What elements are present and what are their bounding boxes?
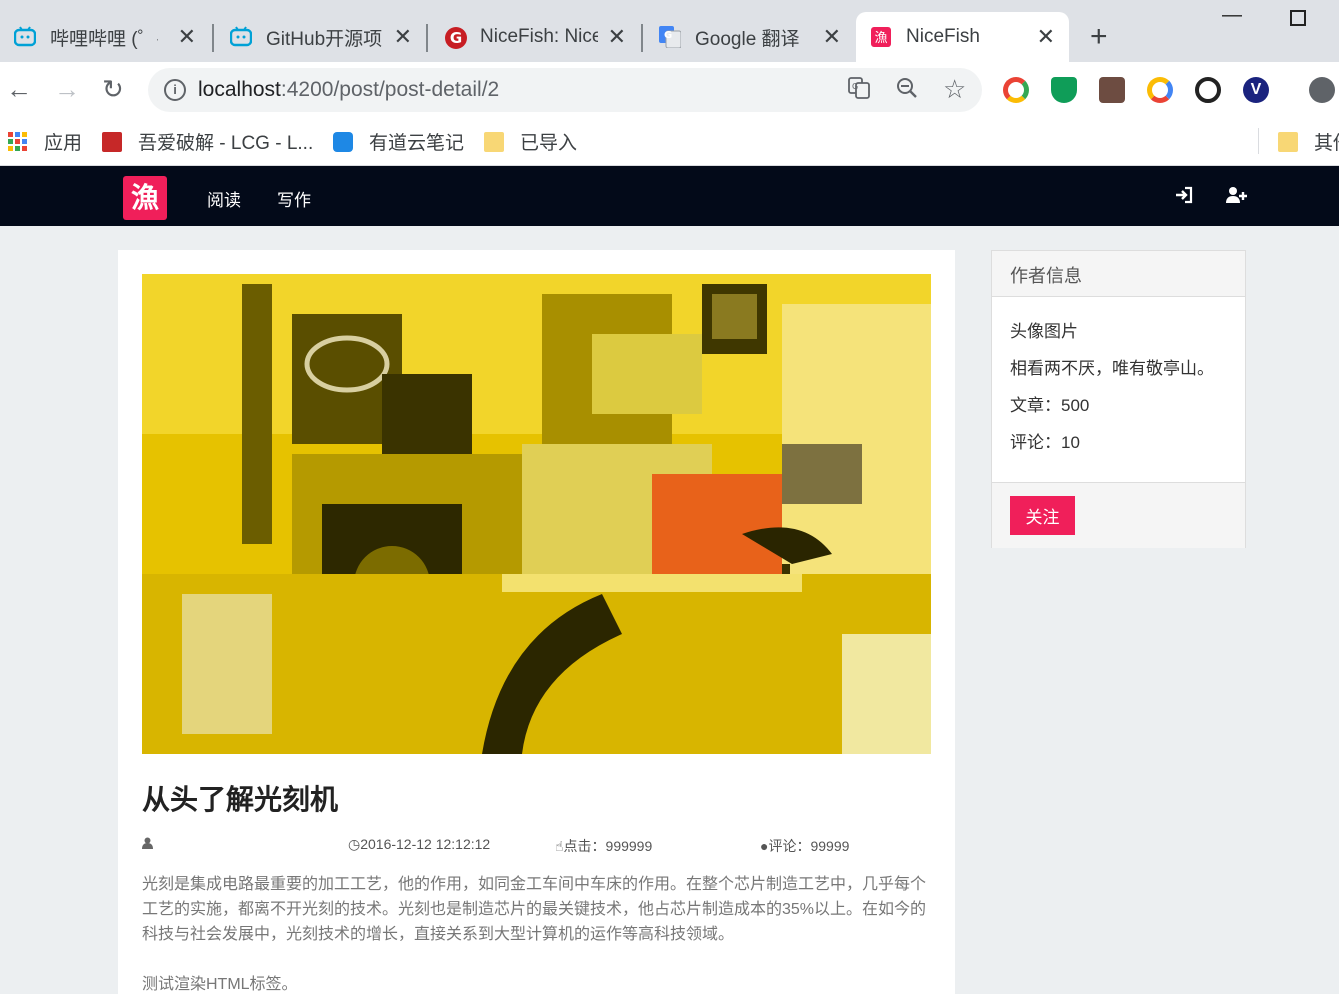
picture-extension-icon[interactable] <box>1099 77 1125 103</box>
bilibili-icon <box>229 26 253 48</box>
adguard-extension-icon[interactable] <box>1051 77 1077 103</box>
author-icon <box>142 836 153 852</box>
bookmark-item[interactable]: 吾爱破解 - LCG - L... <box>102 128 313 155</box>
close-icon[interactable]: ✕ <box>608 24 626 50</box>
tab-title: GitHub开源项目 <box>266 28 382 50</box>
bookmark-star-icon[interactable]: ☆ <box>943 74 966 105</box>
forward-button[interactable]: → <box>54 74 80 105</box>
maximize-button[interactable] <box>1290 10 1306 26</box>
post-body: 光刻是集成电路最重要的加工工艺，他的作用，如同金工车间中车床的作用。在整个芯片制… <box>142 872 932 994</box>
bookmark-label: 已导入 <box>520 133 578 154</box>
tab-divider <box>212 24 214 52</box>
panel-title: 作者信息 <box>992 251 1245 297</box>
minimize-button[interactable]: — <box>1222 4 1242 27</box>
nav-read-link[interactable]: 阅读 <box>207 186 241 211</box>
bookmark-item[interactable]: 应用 <box>8 128 82 155</box>
browser-tab[interactable]: G Google 翻译 ✕ <box>645 12 855 62</box>
post-date: ◷2016-12-12 12:12:12 <box>348 836 491 852</box>
profile-avatar-icon[interactable] <box>1309 77 1335 103</box>
site-info-icon[interactable]: i <box>164 79 186 101</box>
author-panel: 作者信息 头像图片 相看两不厌，唯有敬亭山。 文章：500 评论：10 关注 <box>991 250 1246 548</box>
avatar: 头像图片 <box>1010 322 1078 341</box>
post-comments: ●评论：99999 <box>760 838 850 854</box>
back-button[interactable]: ← <box>6 74 32 105</box>
gitee-icon: G <box>444 26 467 49</box>
sign-in-icon[interactable] <box>1175 186 1193 209</box>
browser-tab-bar: 哔哩哔哩 (゜-゜)つロ 干杯~ ✕ GitHub开源项目 ✕ G NiceFi… <box>0 0 1339 62</box>
post-paragraph: 测试渲染HTML标签。 <box>142 976 298 993</box>
post-title: 从头了解光刻机 <box>142 784 339 815</box>
nav-write-link[interactable]: 写作 <box>277 186 311 211</box>
folder-icon <box>484 131 504 152</box>
svg-text:G: G <box>664 30 672 41</box>
chrome-extension-icon[interactable] <box>1003 77 1029 103</box>
bookmark-label: 应用 <box>44 133 83 154</box>
apps-grid-icon <box>8 131 28 152</box>
google-translate-icon: G <box>659 26 682 49</box>
bilibili-icon <box>13 26 37 48</box>
close-icon[interactable]: ✕ <box>1037 24 1055 50</box>
svg-text:漁: 漁 <box>874 31 887 46</box>
follow-button[interactable]: 关注 <box>1010 496 1075 535</box>
reload-button[interactable]: ↻ <box>102 74 124 105</box>
bookmark-item[interactable]: 有道云笔记 <box>333 128 464 155</box>
tab-title: NiceFish <box>906 26 980 47</box>
film-reel-extension-icon[interactable] <box>1195 77 1221 103</box>
site-navbar: 漁 阅读 写作 <box>0 166 1339 226</box>
bookmark-label: 吾爱破解 - LCG - L... <box>138 133 314 154</box>
v-extension-icon[interactable]: V <box>1243 77 1269 103</box>
url-text[interactable]: localhost:4200/post/post-detail/2 <box>198 78 499 102</box>
youdao-note-icon <box>333 131 353 152</box>
browser-tab[interactable]: GitHub开源项目 ✕ <box>216 12 426 62</box>
close-icon[interactable]: ✕ <box>178 24 196 50</box>
bookmark-item[interactable]: 已导入 <box>484 128 577 155</box>
close-icon[interactable]: ✕ <box>823 24 841 50</box>
translate-icon[interactable]: G <box>848 77 870 105</box>
post-cover-image <box>142 274 931 754</box>
post-clicks: ☝点击：999999 <box>555 838 653 854</box>
bookmarks-divider <box>1258 128 1259 154</box>
bookmark-label: 有道云笔记 <box>369 133 465 154</box>
nicefish-icon: 漁 <box>870 26 892 48</box>
post-paragraph: 光刻是集成电路最重要的加工工艺，他的作用，如同金工车间中车床的作用。在整个芯片制… <box>142 876 927 943</box>
tab-title: Google 翻译 <box>695 28 800 50</box>
bookmarks-bar: 应用 吾爱破解 - LCG - L... 有道云笔记 已导入 其他 <box>0 118 1339 166</box>
chrome-extension-icon[interactable] <box>1147 77 1173 103</box>
author-info: 头像图片 相看两不厌，唯有敬亭山。 文章：500 评论：10 <box>992 297 1245 475</box>
author-motto: 相看两不厌，唯有敬亭山。 <box>1010 359 1214 378</box>
browser-tab[interactable]: G NiceFish: NiceFish ✕ <box>430 12 640 62</box>
svg-text:G: G <box>450 29 462 47</box>
svg-text:G: G <box>852 82 858 91</box>
browser-tab[interactable]: 哔哩哔哩 (゜-゜)つロ 干杯~ ✕ <box>0 12 210 62</box>
tab-divider <box>641 24 643 52</box>
site-logo[interactable]: 漁 <box>123 176 167 220</box>
close-icon[interactable]: ✕ <box>394 24 412 50</box>
user-plus-icon[interactable] <box>1226 186 1248 209</box>
tab-title: NiceFish: NiceFish <box>480 26 598 47</box>
post-card: 从头了解光刻机 ◷2016-12-12 12:12:12 ☝点击：999999 … <box>118 250 955 994</box>
bookmark-label: 其他 <box>1314 133 1339 154</box>
zoom-icon[interactable] <box>896 77 918 105</box>
author-comment-count: 评论：10 <box>1010 433 1080 452</box>
browser-tab-active[interactable]: 漁 NiceFish ✕ <box>856 12 1069 62</box>
hand-pointer-icon: ☝ <box>555 838 564 854</box>
tab-divider <box>426 24 428 52</box>
clock-icon: ◷ <box>348 836 361 852</box>
new-tab-button[interactable]: + <box>1090 20 1108 54</box>
panel-footer: 关注 <box>992 482 1245 548</box>
address-bar[interactable]: i localhost:4200/post/post-detail/2 G ☆ <box>148 68 982 112</box>
tab-title: 哔哩哔哩 (゜-゜)つロ 干杯~ <box>50 28 158 50</box>
bookmark-item[interactable]: 其他 <box>1278 128 1339 155</box>
folder-icon <box>1278 131 1298 152</box>
browser-toolbar: ← → ↻ i localhost:4200/post/post-detail/… <box>0 62 1339 118</box>
author-article-count: 文章：500 <box>1010 396 1090 415</box>
52pojie-icon <box>102 131 122 152</box>
